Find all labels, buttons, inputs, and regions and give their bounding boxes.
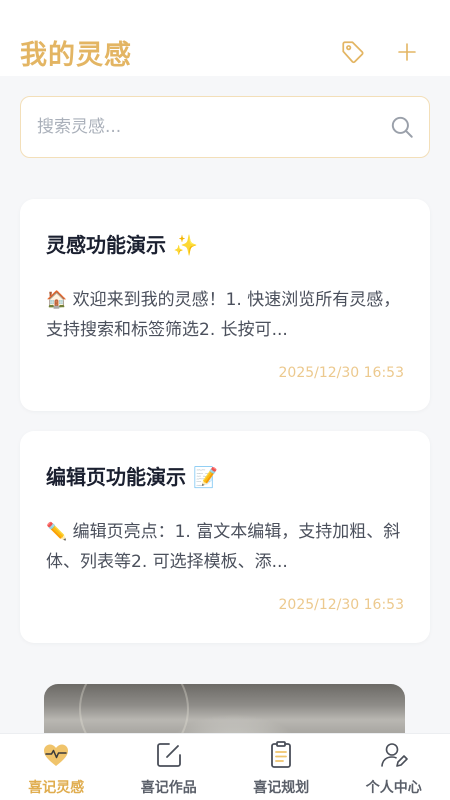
tab-label: 喜记灵感 <box>28 780 85 796</box>
add-note-button[interactable] <box>391 36 423 68</box>
tab-bar: 喜记灵感 喜记作品 喜记规划 个人中心 <box>0 733 450 800</box>
tab-inspiration[interactable]: 喜记灵感 <box>0 734 113 800</box>
heart-pulse-icon <box>44 744 69 766</box>
page-title: 我的灵感 <box>20 40 132 71</box>
tab-label: 个人中心 <box>365 780 422 796</box>
tab-label: 喜记作品 <box>140 780 197 796</box>
tab-planning[interactable]: 喜记规划 <box>225 734 338 800</box>
search-bar <box>20 96 430 158</box>
tab-works[interactable]: 喜记作品 <box>113 734 226 800</box>
note-title: 编辑页功能演示 📝 <box>46 465 218 489</box>
note-preview: 🏠 欢迎来到我的灵感！1. 快速浏览所有灵感，支持搜索和标签筛选2. 长按可..… <box>46 290 401 340</box>
note-timestamp: 2025/12/30 16:53 <box>278 365 405 381</box>
note-card[interactable]: 编辑页功能演示 📝 ✏️ 编辑页亮点：1. 富文本编辑，支持加粗、斜体、列表等2… <box>20 431 430 643</box>
plus-icon <box>398 43 416 61</box>
tab-profile[interactable]: 个人中心 <box>338 734 450 800</box>
search-button[interactable] <box>389 114 415 140</box>
note-card[interactable]: 灵感功能演示 ✨ 🏠 欢迎来到我的灵感！1. 快速浏览所有灵感，支持搜索和标签筛… <box>20 199 430 411</box>
note-title: 灵感功能演示 ✨ <box>46 233 198 257</box>
tag-filter-button[interactable] <box>337 36 369 68</box>
search-input[interactable] <box>37 97 377 156</box>
clipboard-list-icon <box>271 741 292 768</box>
user-edit-icon <box>380 743 408 767</box>
tag-icon <box>342 41 364 64</box>
edit-square-icon <box>156 743 181 767</box>
note-preview: ✏️ 编辑页亮点：1. 富文本编辑，支持加粗、斜体、列表等2. 可选择模板、添.… <box>46 522 401 572</box>
note-timestamp: 2025/12/30 16:53 <box>278 597 405 613</box>
header: 我的灵感 <box>0 0 450 76</box>
search-icon <box>391 116 413 138</box>
tab-label: 喜记规划 <box>253 780 310 796</box>
